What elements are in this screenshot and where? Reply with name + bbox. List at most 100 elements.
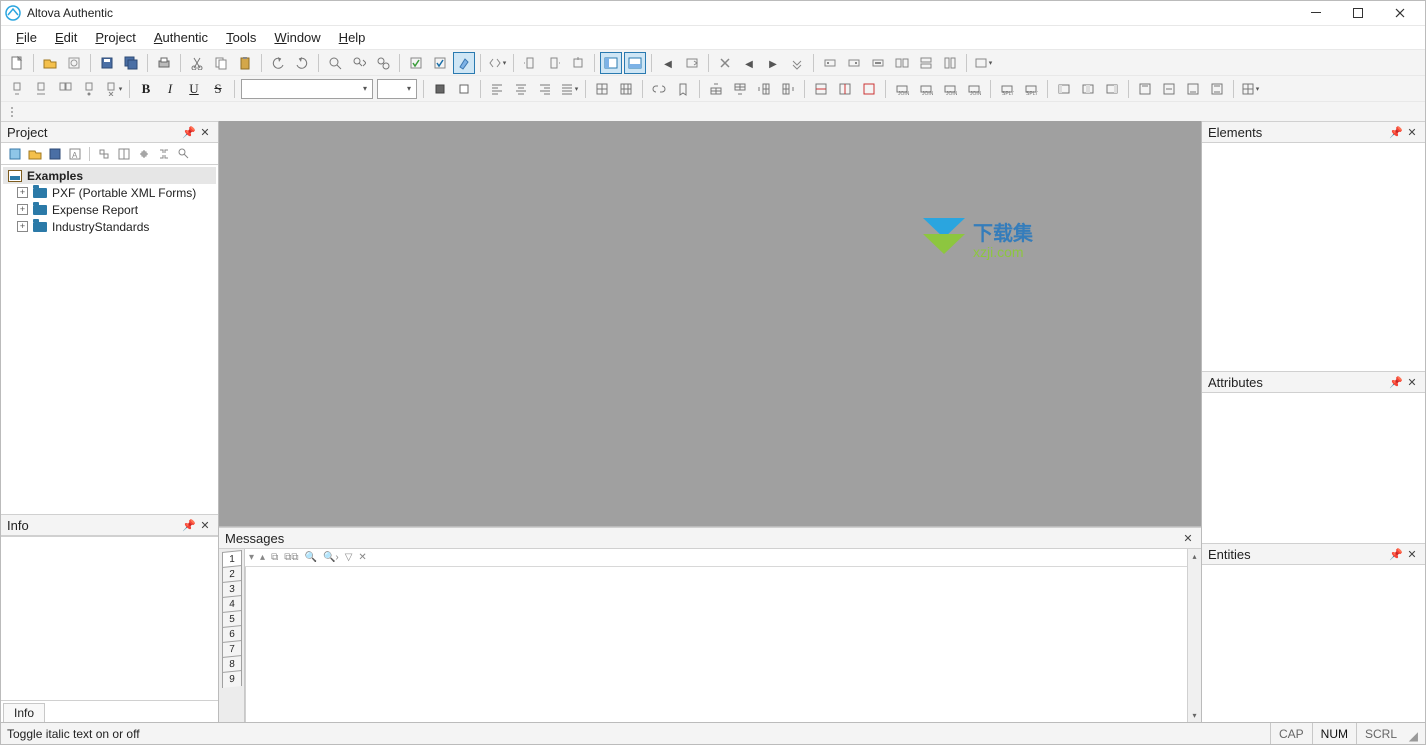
expander-icon[interactable]: + — [17, 204, 28, 215]
menu-project[interactable]: Project — [86, 27, 144, 48]
insert-col-left-button[interactable] — [753, 78, 775, 100]
valign-baseline-button[interactable] — [1206, 78, 1228, 100]
undo-button[interactable] — [267, 52, 289, 74]
attach-button-1[interactable] — [6, 78, 28, 100]
tree-item[interactable]: + PXF (Portable XML Forms) — [3, 184, 216, 201]
project-tb-1[interactable] — [6, 145, 24, 163]
bookmark-button[interactable] — [672, 78, 694, 100]
tag-button-3[interactable] — [867, 52, 889, 74]
italic-button[interactable]: I — [159, 78, 181, 100]
menu-file[interactable]: File — [7, 27, 46, 48]
messages-tab-9[interactable]: 9 — [222, 670, 242, 688]
messages-scrollbar[interactable]: ▴ ▾ — [1187, 549, 1201, 722]
scroll-up-icon[interactable]: ▴ — [1188, 549, 1201, 563]
options-button[interactable]: ▾ — [972, 52, 994, 74]
tag-button-6[interactable] — [939, 52, 961, 74]
split-v-button[interactable]: SPLIT — [1020, 78, 1042, 100]
project-tb-9[interactable] — [175, 145, 193, 163]
close-icon[interactable]: ✕ — [198, 518, 212, 532]
insert-col-right-button[interactable] — [777, 78, 799, 100]
resize-grip-icon[interactable]: ◢ — [1405, 723, 1419, 744]
redo-button[interactable] — [291, 52, 313, 74]
menu-edit[interactable]: Edit — [46, 27, 86, 48]
maximize-button[interactable] — [1337, 1, 1379, 25]
valign-bottom-button[interactable] — [1182, 78, 1204, 100]
tree-root[interactable]: Examples — [3, 167, 216, 184]
table-button-2[interactable] — [615, 78, 637, 100]
validate-button[interactable] — [405, 52, 427, 74]
close-icon[interactable]: ✕ — [1181, 531, 1195, 545]
collapse-button[interactable] — [786, 52, 808, 74]
grip-icon[interactable] — [6, 104, 20, 120]
wellformed-button[interactable] — [429, 52, 451, 74]
close-icon[interactable]: ✕ — [1405, 125, 1419, 139]
cell-props-button-1[interactable] — [1053, 78, 1075, 100]
replace-button[interactable] — [372, 52, 394, 74]
align-center-button[interactable] — [510, 78, 532, 100]
pin-icon[interactable]: 📌 — [1389, 125, 1403, 139]
delete-button[interactable] — [714, 52, 736, 74]
tree-item[interactable]: + Expense Report — [3, 201, 216, 218]
msg-copy-icon[interactable]: ⧉ — [271, 552, 278, 563]
valign-middle-button[interactable] — [1158, 78, 1180, 100]
menu-help[interactable]: Help — [330, 27, 375, 48]
delete-col-button[interactable] — [834, 78, 856, 100]
project-tree[interactable]: Examples + PXF (Portable XML Forms) + Ex… — [1, 165, 218, 514]
forecolor-button[interactable] — [429, 78, 451, 100]
info-tab[interactable]: Info — [3, 703, 45, 722]
msg-copyall-icon[interactable]: ⧉⧉ — [284, 552, 298, 563]
find-button[interactable] — [324, 52, 346, 74]
cell-props-button-2[interactable] — [1077, 78, 1099, 100]
join-up-button[interactable]: JOIN — [939, 78, 961, 100]
nav-back-button[interactable] — [657, 52, 679, 74]
delete-row-button[interactable] — [810, 78, 832, 100]
project-tb-6[interactable] — [115, 145, 133, 163]
pin-icon[interactable]: 📌 — [182, 125, 196, 139]
close-icon[interactable]: ✕ — [1405, 547, 1419, 561]
minimize-button[interactable] — [1295, 1, 1337, 25]
attach-button-4[interactable] — [78, 78, 100, 100]
align-left-button[interactable] — [486, 78, 508, 100]
project-tb-7[interactable] — [135, 145, 153, 163]
messages-list[interactable] — [245, 567, 1187, 722]
tree-item[interactable]: + IndustryStandards — [3, 218, 216, 235]
bold-button[interactable]: B — [135, 78, 157, 100]
nav-forward-button[interactable] — [681, 52, 703, 74]
join-down-button[interactable]: JOIN — [963, 78, 985, 100]
go-prev-button[interactable] — [738, 52, 760, 74]
open-url-button[interactable] — [63, 52, 85, 74]
highlight-button[interactable] — [453, 52, 475, 74]
insert-row-above-button[interactable] — [705, 78, 727, 100]
expander-icon[interactable]: + — [17, 187, 28, 198]
table-button-1[interactable] — [591, 78, 613, 100]
msg-nav-down-icon[interactable]: ▾ — [249, 552, 254, 563]
new-button[interactable] — [6, 52, 28, 74]
borders-button[interactable]: ▾ — [1239, 78, 1261, 100]
open-button[interactable] — [39, 52, 61, 74]
valign-top-button[interactable] — [1134, 78, 1156, 100]
project-tb-4[interactable]: A — [66, 145, 84, 163]
join-right-button[interactable]: JOIN — [915, 78, 937, 100]
menu-window[interactable]: Window — [265, 27, 329, 48]
layout-bottom-button[interactable] — [624, 52, 646, 74]
tag-button-5[interactable] — [915, 52, 937, 74]
save-button[interactable] — [96, 52, 118, 74]
view-markup-button[interactable]: ▾ — [486, 52, 508, 74]
backcolor-button[interactable] — [453, 78, 475, 100]
close-icon[interactable]: ✕ — [1405, 375, 1419, 389]
split-h-button[interactable]: SPLIT — [996, 78, 1018, 100]
project-tb-2[interactable] — [26, 145, 44, 163]
scroll-down-icon[interactable]: ▾ — [1188, 708, 1201, 722]
link-button[interactable] — [648, 78, 670, 100]
font-family-combo[interactable]: ▾ — [241, 79, 373, 99]
copy-button[interactable] — [210, 52, 232, 74]
save-all-button[interactable] — [120, 52, 142, 74]
msg-clear-icon[interactable]: ✕ — [358, 552, 366, 563]
insert-after-button[interactable] — [543, 52, 565, 74]
delete-table-button[interactable] — [858, 78, 880, 100]
insert-row-below-button[interactable] — [729, 78, 751, 100]
msg-filter-icon[interactable]: ▽ — [345, 552, 353, 563]
insert-before-button[interactable] — [519, 52, 541, 74]
paste-button[interactable] — [234, 52, 256, 74]
insert-into-button[interactable] — [567, 52, 589, 74]
